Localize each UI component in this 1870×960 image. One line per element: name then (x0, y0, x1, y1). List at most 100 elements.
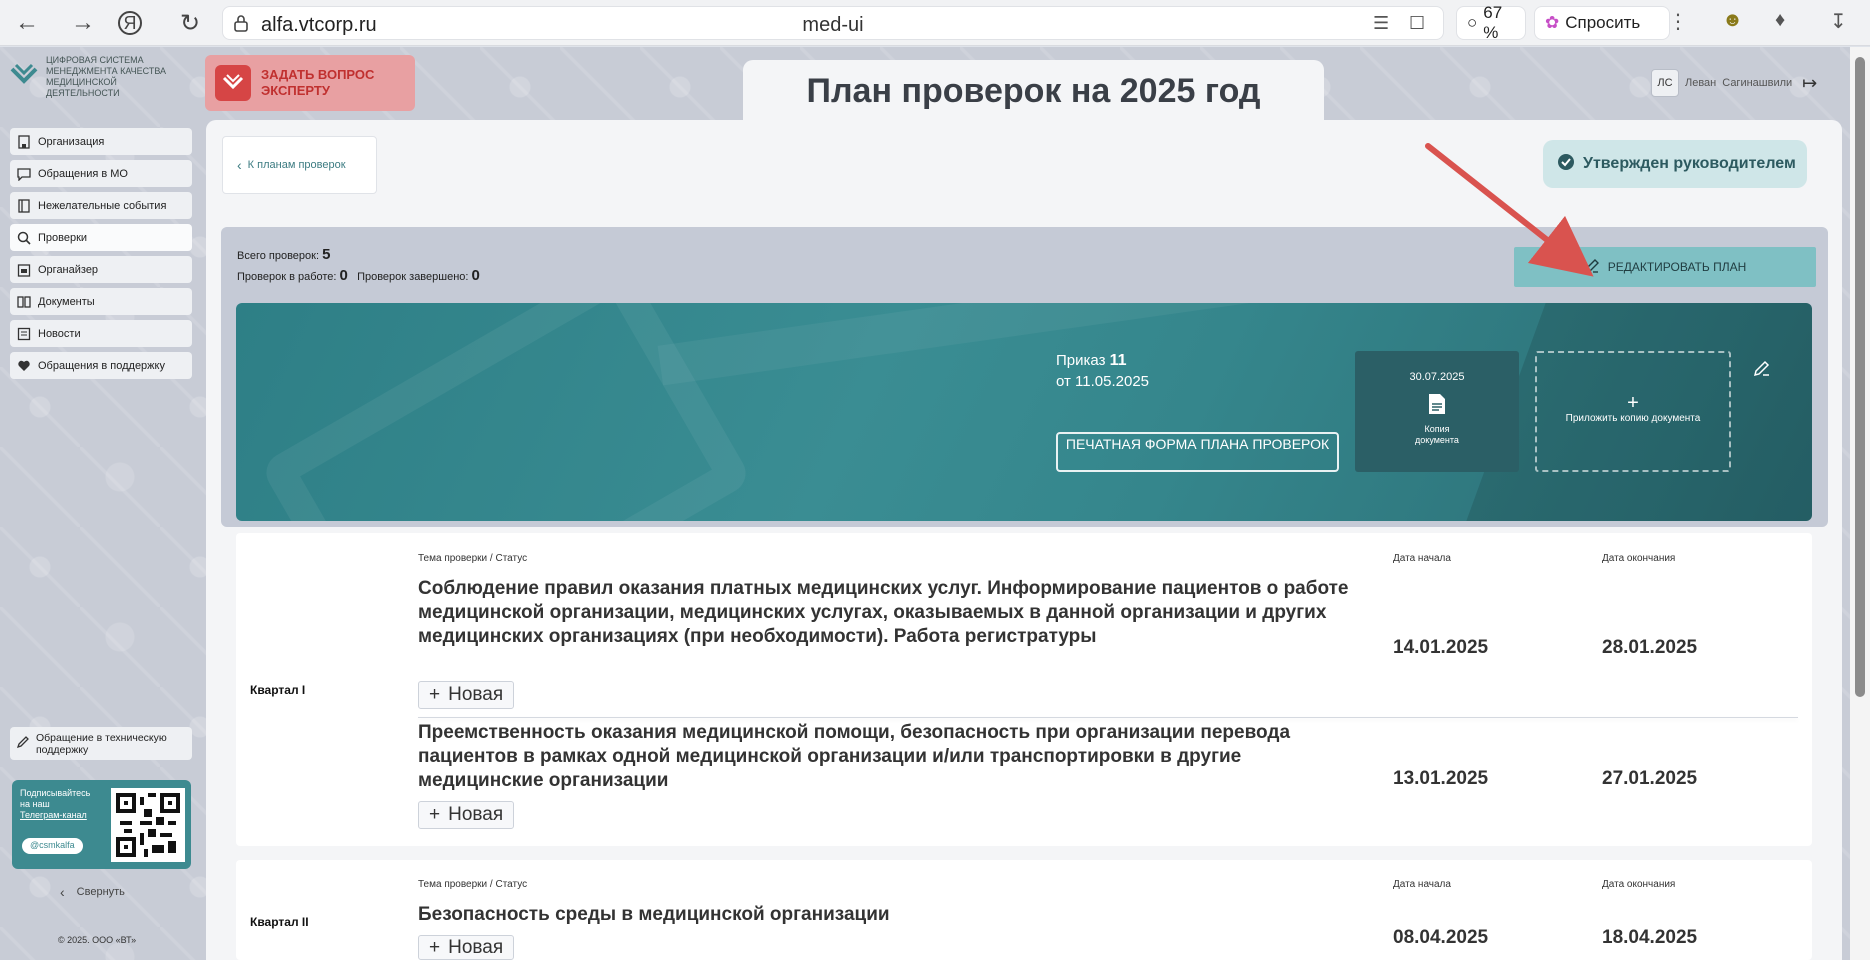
sidebar-item-label: Документы (38, 295, 95, 308)
reload-icon[interactable]: ↻ (175, 8, 205, 38)
column-header-end: Дата окончания (1602, 553, 1676, 564)
plus-icon: + (429, 936, 441, 958)
total-count: 5 (322, 246, 331, 263)
back-to-plans-button[interactable]: ‹ К планам проверок (222, 136, 377, 194)
user-menu[interactable]: ЛС Леван Сагинашвили ↦ (1651, 69, 1817, 97)
document-date: 30.07.2025 (1409, 371, 1465, 383)
column-header-start: Дата начала (1393, 879, 1451, 890)
qr-code-icon (111, 788, 185, 862)
column-header-topic: Тема проверки / Статус (418, 879, 528, 890)
extension-icon[interactable]: ☻ (1722, 9, 1743, 32)
ask-alice-button[interactable]: ✿ Спросить (1534, 6, 1670, 40)
order-number: 11 (1109, 352, 1127, 369)
scrollbar-thumb[interactable] (1855, 57, 1865, 697)
news-icon (16, 326, 32, 342)
logo[interactable]: ЦИФРОВАЯ СИСТЕМА МЕНЕДЖМЕНТА КАЧЕСТВА МЕ… (10, 55, 200, 107)
document-copy-card[interactable]: 30.07.2025 Копия документа (1355, 351, 1519, 472)
plan-stats: Всего проверок: 5 Проверок в работе: 0 П… (237, 246, 480, 284)
avatar[interactable]: ЛС (1651, 69, 1679, 97)
inspection-topic[interactable]: Преемственность оказания медицинской пом… (418, 721, 1368, 793)
telegram-promo[interactable]: Подписывайтесь на наш Телеграм-канал @cs… (12, 780, 191, 869)
back-arrow-icon[interactable]: ← (12, 8, 42, 38)
ask-expert-label: ЗАДАТЬ ВОПРОС ЭКСПЕРТУ (261, 67, 375, 98)
sidebar-item-label: Обращения в МО (38, 167, 128, 180)
ask-expert-button[interactable]: ЗАДАТЬ ВОПРОС ЭКСПЕРТУ (205, 55, 415, 111)
telegram-link[interactable]: Телеграм-канал (20, 810, 87, 820)
status-new-button[interactable]: + Новая (418, 935, 515, 960)
quarter-label: Квартал I (250, 683, 306, 697)
document-icon (1429, 394, 1445, 414)
building-icon (16, 134, 32, 150)
inspection-topic[interactable]: Безопасность среды в медицинской организ… (418, 903, 1368, 927)
chat-icon (16, 166, 32, 182)
sidebar-item-documents[interactable]: Документы (10, 288, 192, 315)
telegram-handle[interactable]: @csmkalfa (22, 838, 83, 854)
column-header-topic: Тема проверки / Статус (418, 553, 528, 564)
order-date: от 11.05.2025 (1056, 373, 1150, 390)
copyright: © 2025. ООО «ВТ» (58, 935, 137, 945)
zoom-indicator[interactable]: ○ 67 % (1456, 3, 1526, 42)
user-last-name: Сагинашвили (1722, 77, 1793, 89)
in-work-count: 0 (339, 267, 348, 284)
tech-support-label: Обращение в техническую поддержку (36, 731, 167, 756)
plus-icon: + (429, 684, 441, 705)
logout-icon[interactable]: ↦ (1802, 73, 1817, 94)
sidebar-item-support-appeals[interactable]: Обращения в поддержку (10, 352, 192, 379)
chevron-left-icon: ‹ (60, 884, 65, 900)
column-header-end: Дата окончания (1602, 879, 1676, 890)
sidebar-item-appeals[interactable]: Обращения в МО (10, 160, 192, 187)
forward-arrow-icon[interactable]: → (68, 8, 98, 38)
sidebar-item-adverse-events[interactable]: Нежелательные события (10, 192, 192, 219)
sidebar-item-label: Нежелательные события (38, 199, 167, 212)
alice-icon: ✿ (1545, 13, 1560, 32)
column-header-start: Дата начала (1393, 553, 1451, 564)
search-icon (16, 230, 32, 246)
quarter-label: Квартал II (250, 915, 309, 929)
status-new-button[interactable]: + Новая (418, 681, 515, 709)
translate-icon[interactable]: ☰ (1373, 13, 1389, 34)
annotation-arrow-icon (1425, 143, 1594, 277)
edit-order-pencil-icon[interactable] (1752, 358, 1772, 378)
banner-decoration (259, 303, 753, 521)
row-divider (418, 717, 1798, 718)
bookmark-icon[interactable]: ☐ (1409, 13, 1425, 34)
logo-text: ЦИФРОВАЯ СИСТЕМА МЕНЕДЖМЕНТА КАЧЕСТВА МЕ… (46, 55, 167, 98)
yandex-icon[interactable]: Я (118, 11, 142, 35)
attach-document-button[interactable]: + Приложить копию документа (1535, 351, 1731, 472)
download-icon[interactable]: ↧ (1830, 9, 1847, 34)
document-copy-label: Копия документа (1415, 424, 1459, 445)
inspection-topic[interactable]: Соблюдение правил оказания платных медиц… (418, 577, 1368, 649)
user-first-name: Леван (1685, 77, 1717, 89)
sidebar-item-inspections[interactable]: Проверки (10, 224, 192, 251)
status-new-button[interactable]: + Новая (418, 801, 515, 829)
tech-support-button[interactable]: Обращение в техническую поддержку (10, 727, 192, 760)
page-title-text: med-ui (802, 14, 864, 36)
page-title: План проверок на 2025 год (743, 60, 1324, 120)
sidebar-item-organizer[interactable]: Органайзер (10, 256, 192, 283)
sidebar-item-label: Обращения в поддержку (38, 359, 165, 372)
sidebar-item-organization[interactable]: Организация (10, 128, 192, 155)
sidebar-item-label: Организация (38, 135, 105, 148)
sidebar-item-label: Проверки (38, 231, 88, 244)
print-form-button[interactable]: ПЕЧАТНАЯ ФОРМА ПЛАНА ПРОВЕРОК (1056, 432, 1339, 472)
page-scrollbar[interactable] (1850, 47, 1870, 960)
end-date: 27.01.2025 (1602, 768, 1698, 789)
start-date: 14.01.2025 (1393, 637, 1489, 658)
telegram-text: Подписывайтесь на наш Телеграм-канал (20, 788, 91, 820)
done-count: 0 (471, 267, 480, 284)
collapse-sidebar-button[interactable]: ‹ Свернуть (60, 884, 125, 900)
sidebar-item-label: Органайзер (38, 263, 99, 276)
logo-check-icon (215, 65, 251, 101)
order-info: Приказ 11 от 11.05.2025 (1056, 352, 1150, 390)
extension2-icon[interactable]: ♦ (1775, 9, 1785, 32)
heart-icon (16, 358, 32, 374)
plus-icon: + (429, 804, 441, 825)
logo-icon (10, 63, 38, 84)
sidebar-nav: Организация Обращения в МО Нежелательные… (10, 128, 192, 384)
start-date: 13.01.2025 (1393, 768, 1489, 789)
sidebar-item-news[interactable]: Новости (10, 320, 192, 347)
pencil-icon (16, 735, 30, 752)
address-bar[interactable]: alfa.vtcorp.ru med-ui ☰ ☐ (222, 6, 1444, 40)
end-date: 28.01.2025 (1602, 637, 1698, 658)
more-vert-icon[interactable]: ⋮ (1668, 9, 1688, 34)
